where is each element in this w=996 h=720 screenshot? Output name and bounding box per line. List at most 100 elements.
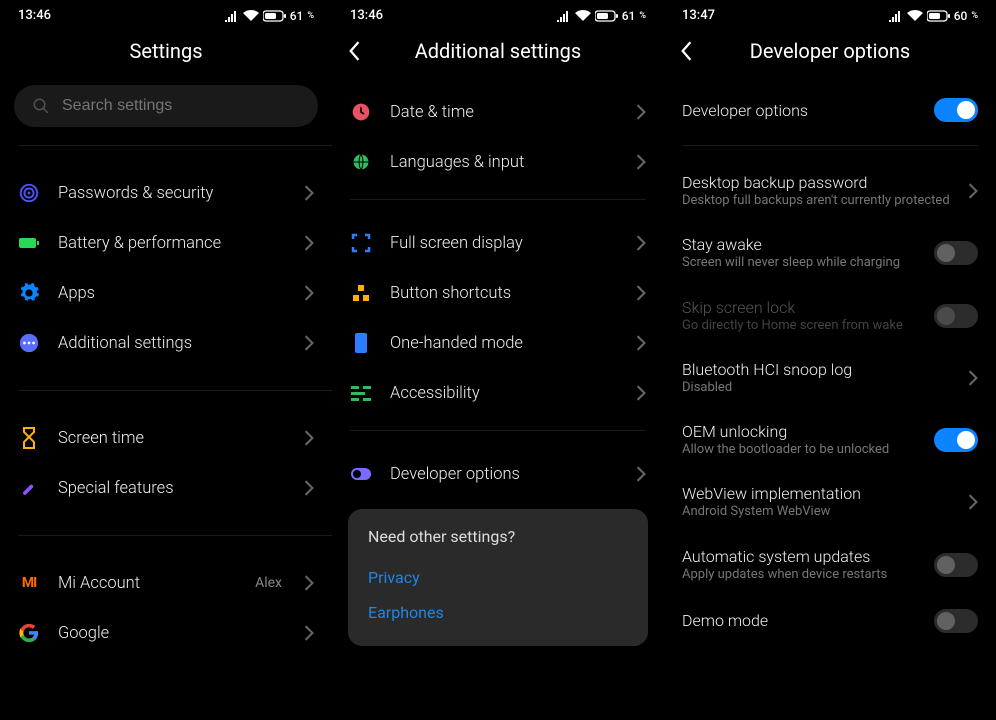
item-label: Battery & performance bbox=[58, 234, 286, 253]
item-label: Languages & input bbox=[390, 153, 618, 172]
chevron-right-icon bbox=[304, 480, 314, 496]
other-link-earphones[interactable]: Earphones bbox=[368, 595, 628, 630]
chevron-right-icon bbox=[968, 370, 978, 386]
signal-icon bbox=[889, 10, 903, 22]
status-time: 13:46 bbox=[350, 8, 383, 23]
toggle-icon bbox=[350, 463, 372, 485]
chevron-right-icon bbox=[636, 335, 646, 351]
battery-icon-status bbox=[927, 10, 951, 22]
settings-item-passwords[interactable]: Passwords & security bbox=[0, 168, 332, 218]
back-button[interactable] bbox=[348, 41, 376, 61]
settings-item-battery[interactable]: Battery & performance bbox=[0, 218, 332, 268]
wand-icon bbox=[18, 477, 40, 499]
dev-sub: Desktop full backups aren't currently pr… bbox=[682, 193, 954, 209]
chevron-right-icon bbox=[636, 466, 646, 482]
settings-item-mi-account[interactable]: MI Mi Account Alex bbox=[0, 558, 332, 608]
item-label: Developer options bbox=[390, 465, 618, 484]
dots-icon bbox=[18, 332, 40, 354]
item-one-handed[interactable]: One-handed mode bbox=[332, 318, 664, 368]
item-languages[interactable]: Languages & input bbox=[332, 137, 664, 187]
search-input[interactable] bbox=[62, 97, 300, 115]
hourglass-icon bbox=[18, 427, 40, 449]
dev-row-desktop-backup[interactable]: Desktop backup password Desktop full bac… bbox=[664, 160, 996, 222]
fullscreen-icon bbox=[350, 232, 372, 254]
shield-icon bbox=[18, 182, 40, 204]
signal-icon bbox=[225, 10, 239, 22]
chevron-left-icon bbox=[348, 41, 360, 61]
dev-sub: Screen will never sleep while charging bbox=[682, 255, 920, 271]
dev-row-bt-snoop[interactable]: Bluetooth HCI snoop log Disabled bbox=[664, 347, 996, 409]
wifi-icon bbox=[575, 10, 591, 22]
battery-icon bbox=[18, 232, 40, 254]
item-label: Full screen display bbox=[390, 234, 618, 253]
chevron-right-icon bbox=[636, 154, 646, 170]
item-label: Passwords & security bbox=[58, 184, 286, 203]
dev-row-skip-lock: Skip screen lock Go directly to Home scr… bbox=[664, 285, 996, 347]
buttons-icon bbox=[350, 282, 372, 304]
toggle-switch[interactable] bbox=[934, 609, 978, 633]
chevron-right-icon bbox=[636, 285, 646, 301]
chevron-right-icon bbox=[636, 104, 646, 120]
item-label: Accessibility bbox=[390, 384, 618, 403]
page-title: Settings bbox=[16, 39, 316, 63]
item-label: Date & time bbox=[390, 103, 618, 122]
status-right: 61% bbox=[224, 9, 314, 23]
dev-title: OEM unlocking bbox=[682, 422, 920, 441]
page-title: Additional settings bbox=[376, 39, 620, 63]
dev-title: Developer options bbox=[682, 101, 920, 120]
item-label: Google bbox=[58, 624, 286, 643]
settings-item-google[interactable]: Google bbox=[0, 608, 332, 658]
dev-title: WebView implementation bbox=[682, 484, 954, 503]
dev-row-oem-unlock[interactable]: OEM unlocking Allow the bootloader to be… bbox=[664, 409, 996, 471]
toggle-switch[interactable] bbox=[934, 241, 978, 265]
dev-sub: Go directly to Home screen from wake bbox=[682, 318, 920, 334]
item-fullscreen[interactable]: Full screen display bbox=[332, 218, 664, 268]
chevron-right-icon bbox=[304, 185, 314, 201]
settings-item-special[interactable]: Special features bbox=[0, 463, 332, 513]
wifi-icon bbox=[907, 10, 923, 22]
status-right: 61% bbox=[556, 9, 646, 23]
item-label: Special features bbox=[58, 479, 286, 498]
item-date-time[interactable]: Date & time bbox=[332, 87, 664, 137]
chevron-right-icon bbox=[636, 235, 646, 251]
battery-icon-status bbox=[595, 10, 619, 22]
status-right: 60% bbox=[888, 9, 978, 23]
other-settings-card: Need other settings? Privacy Earphones bbox=[348, 509, 648, 646]
dev-title: Stay awake bbox=[682, 235, 920, 254]
chevron-left-icon bbox=[680, 41, 692, 61]
status-bar: 13:46 61% bbox=[0, 0, 332, 27]
dev-row-demo-mode[interactable]: Demo mode bbox=[664, 596, 996, 646]
status-bar: 13:46 61% bbox=[332, 0, 664, 27]
dev-title: Demo mode bbox=[682, 611, 920, 630]
wifi-icon bbox=[243, 10, 259, 22]
other-link-privacy[interactable]: Privacy bbox=[368, 560, 628, 595]
chevron-right-icon bbox=[304, 575, 314, 591]
dev-row-developer-options[interactable]: Developer options bbox=[664, 85, 996, 135]
back-button[interactable] bbox=[680, 41, 708, 61]
globe-icon bbox=[350, 151, 372, 173]
toggle-switch[interactable] bbox=[934, 428, 978, 452]
toggle-switch[interactable] bbox=[934, 98, 978, 122]
toggle-switch[interactable] bbox=[934, 553, 978, 577]
item-button-shortcuts[interactable]: Button shortcuts bbox=[332, 268, 664, 318]
chevron-right-icon bbox=[636, 385, 646, 401]
settings-item-additional[interactable]: Additional settings bbox=[0, 318, 332, 368]
toggle-switch bbox=[934, 304, 978, 328]
item-developer-options[interactable]: Developer options bbox=[332, 449, 664, 499]
chevron-right-icon bbox=[968, 183, 978, 199]
google-icon bbox=[18, 622, 40, 644]
battery-percent: 61 bbox=[622, 9, 636, 23]
dev-row-stay-awake[interactable]: Stay awake Screen will never sleep while… bbox=[664, 222, 996, 284]
clock-icon bbox=[350, 101, 372, 123]
chevron-right-icon bbox=[304, 430, 314, 446]
dev-sub: Allow the bootloader to be unlocked bbox=[682, 442, 920, 458]
status-time: 13:46 bbox=[18, 8, 51, 23]
settings-item-apps[interactable]: Apps bbox=[0, 268, 332, 318]
search-box[interactable] bbox=[14, 85, 318, 127]
accessibility-icon bbox=[350, 382, 372, 404]
item-accessibility[interactable]: Accessibility bbox=[332, 368, 664, 418]
settings-item-screentime[interactable]: Screen time bbox=[0, 413, 332, 463]
dev-row-auto-updates[interactable]: Automatic system updates Apply updates w… bbox=[664, 534, 996, 596]
dev-row-webview[interactable]: WebView implementation Android System We… bbox=[664, 471, 996, 533]
page-title: Developer options bbox=[708, 39, 952, 63]
